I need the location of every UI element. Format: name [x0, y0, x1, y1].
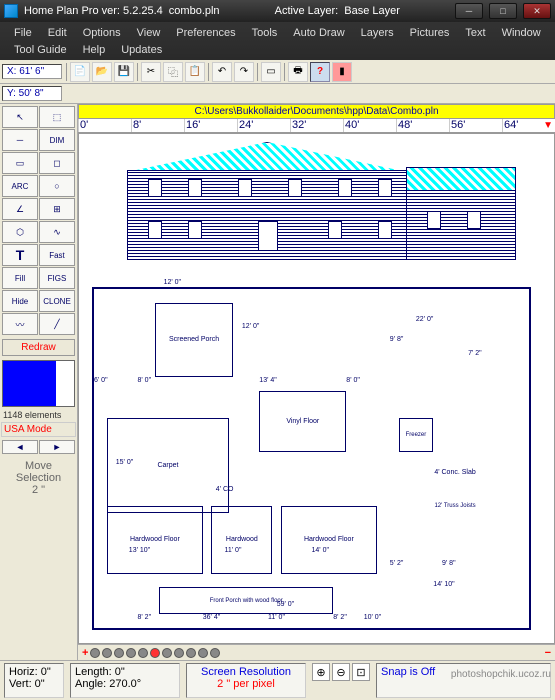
- watermark: photoshopchik.ucoz.ru: [451, 669, 551, 680]
- res-label: Screen Resolution: [191, 666, 301, 678]
- zoom-fit-icon[interactable]: ⊡: [352, 663, 370, 681]
- nav-dot[interactable]: [138, 648, 148, 658]
- menubar: File Edit Options View Preferences Tools…: [0, 22, 555, 60]
- angle-tool[interactable]: ∠: [2, 198, 38, 220]
- menu-preferences[interactable]: Preferences: [168, 24, 243, 41]
- nav-left[interactable]: ◄: [2, 440, 38, 454]
- res-value: 2 " per pixel: [191, 678, 301, 690]
- menu-layers[interactable]: Layers: [353, 24, 402, 41]
- zoom-in-icon[interactable]: ⊕: [312, 663, 330, 681]
- maximize-button[interactable]: □: [489, 3, 517, 19]
- fast-tool[interactable]: Fast: [39, 244, 75, 266]
- length-status: Length: 0": [75, 666, 175, 678]
- redraw-button[interactable]: Redraw: [2, 339, 75, 356]
- floor-plan: Screened Porch Carpet Vinyl Floor Hardwo…: [92, 287, 531, 630]
- nav-dot[interactable]: [102, 648, 112, 658]
- door-icon[interactable]: ▮: [332, 62, 352, 82]
- file-name: combo.pln: [169, 5, 220, 17]
- figs-tool[interactable]: FIGS: [39, 267, 75, 289]
- print-icon[interactable]: 🖶: [288, 62, 308, 82]
- horizontal-ruler: 0'8'16' 24'32'40' 48'56'64' ▼: [78, 119, 555, 133]
- menu-help[interactable]: Help: [75, 41, 114, 58]
- nav-dot[interactable]: [114, 648, 124, 658]
- nav-dot[interactable]: [126, 648, 136, 658]
- minimize-button[interactable]: ─: [455, 3, 483, 19]
- angle-status: Angle: 270.0°: [75, 678, 175, 690]
- rect-icon[interactable]: ▭: [261, 62, 281, 82]
- poly-tool[interactable]: ⬡: [2, 221, 38, 243]
- tool-palette: ↖ ⬚ ─ DIM ▭ ◻ ARC ○ ∠ ⊞ ⬡ ∿ T Fast Fill …: [0, 104, 78, 660]
- undo-icon[interactable]: ↶: [212, 62, 232, 82]
- save-icon[interactable]: 💾: [114, 62, 134, 82]
- menu-tools[interactable]: Tools: [244, 24, 286, 41]
- layer-label: Active Layer:: [275, 5, 339, 17]
- plus-icon[interactable]: +: [82, 647, 88, 659]
- arc-tool[interactable]: ARC: [2, 175, 38, 197]
- cut-icon[interactable]: ✂: [141, 62, 161, 82]
- element-count: 1148 elements: [0, 409, 77, 421]
- open-icon[interactable]: 📂: [92, 62, 112, 82]
- horiz-status: Horiz: 0": [9, 666, 59, 678]
- clone-tool[interactable]: CLONE: [39, 290, 75, 312]
- circle-tool[interactable]: ○: [39, 175, 75, 197]
- drawing-canvas[interactable]: Screened Porch Carpet Vinyl Floor Hardwo…: [78, 133, 555, 644]
- menu-toolguide[interactable]: Tool Guide: [6, 41, 75, 58]
- dim-tool[interactable]: DIM: [39, 129, 75, 151]
- move-sel-label: Move Selection: [4, 460, 73, 484]
- vert-status: Vert: 0": [9, 678, 59, 690]
- nav-dot[interactable]: [210, 648, 220, 658]
- nav-dot[interactable]: [174, 648, 184, 658]
- nav-dot[interactable]: [90, 648, 100, 658]
- fill-tool[interactable]: Fill: [2, 267, 38, 289]
- help-icon[interactable]: ?: [310, 62, 330, 82]
- nav-right[interactable]: ►: [39, 440, 75, 454]
- close-button[interactable]: ✕: [523, 3, 551, 19]
- menu-autodraw[interactable]: Auto Draw: [285, 24, 352, 41]
- status-bar: Horiz: 0" Vert: 0" Length: 0" Angle: 270…: [0, 660, 555, 700]
- app-title: Home Plan Pro ver: 5.2.25.4: [24, 5, 163, 17]
- color-swatches[interactable]: [2, 360, 75, 407]
- menu-file[interactable]: File: [6, 24, 40, 41]
- nav-dot[interactable]: [186, 648, 196, 658]
- grid-tool[interactable]: ⊞: [39, 198, 75, 220]
- line-tool[interactable]: ─: [2, 129, 38, 151]
- nav-dot[interactable]: [162, 648, 172, 658]
- redo-icon[interactable]: ↷: [234, 62, 254, 82]
- house-elevation: [107, 142, 516, 272]
- menu-window[interactable]: Window: [494, 24, 549, 41]
- paste-icon[interactable]: 📋: [185, 62, 205, 82]
- rect-tool[interactable]: ▭: [2, 152, 38, 174]
- menu-options[interactable]: Options: [75, 24, 129, 41]
- x-coord: X: 61' 6": [2, 64, 62, 79]
- square-tool[interactable]: ◻: [39, 152, 75, 174]
- usa-mode[interactable]: USA Mode: [1, 422, 76, 437]
- select-tool[interactable]: ⬚: [39, 106, 75, 128]
- menu-view[interactable]: View: [129, 24, 169, 41]
- snap-status: Snap is Off: [381, 666, 435, 678]
- text-tool[interactable]: T: [2, 244, 38, 266]
- new-icon[interactable]: 📄: [70, 62, 90, 82]
- y-coord: Y: 50' 8": [2, 86, 62, 101]
- hide-tool[interactable]: Hide: [2, 290, 38, 312]
- minus-icon[interactable]: −: [545, 647, 551, 659]
- move-sel-val: 2 ": [4, 484, 73, 496]
- arrow-tool[interactable]: ↖: [2, 106, 38, 128]
- file-path: C:\Users\Bukkollaider\Documents\hpp\Data…: [78, 104, 555, 119]
- brush-tool[interactable]: ╱: [39, 313, 75, 335]
- copy-icon[interactable]: ⿻: [163, 62, 183, 82]
- nav-dot[interactable]: [198, 648, 208, 658]
- menu-text[interactable]: Text: [457, 24, 493, 41]
- curve-tool[interactable]: ∿: [39, 221, 75, 243]
- menu-edit[interactable]: Edit: [40, 24, 75, 41]
- layer-name: Base Layer: [344, 5, 400, 17]
- nav-bar: + −: [78, 644, 555, 660]
- menu-updates[interactable]: Updates: [113, 41, 170, 58]
- nav-dot-active[interactable]: [150, 648, 160, 658]
- app-icon: [4, 4, 18, 18]
- zoom-out-icon[interactable]: ⊖: [332, 663, 350, 681]
- wave-tool[interactable]: 〰: [2, 313, 38, 335]
- menu-pictures[interactable]: Pictures: [402, 24, 458, 41]
